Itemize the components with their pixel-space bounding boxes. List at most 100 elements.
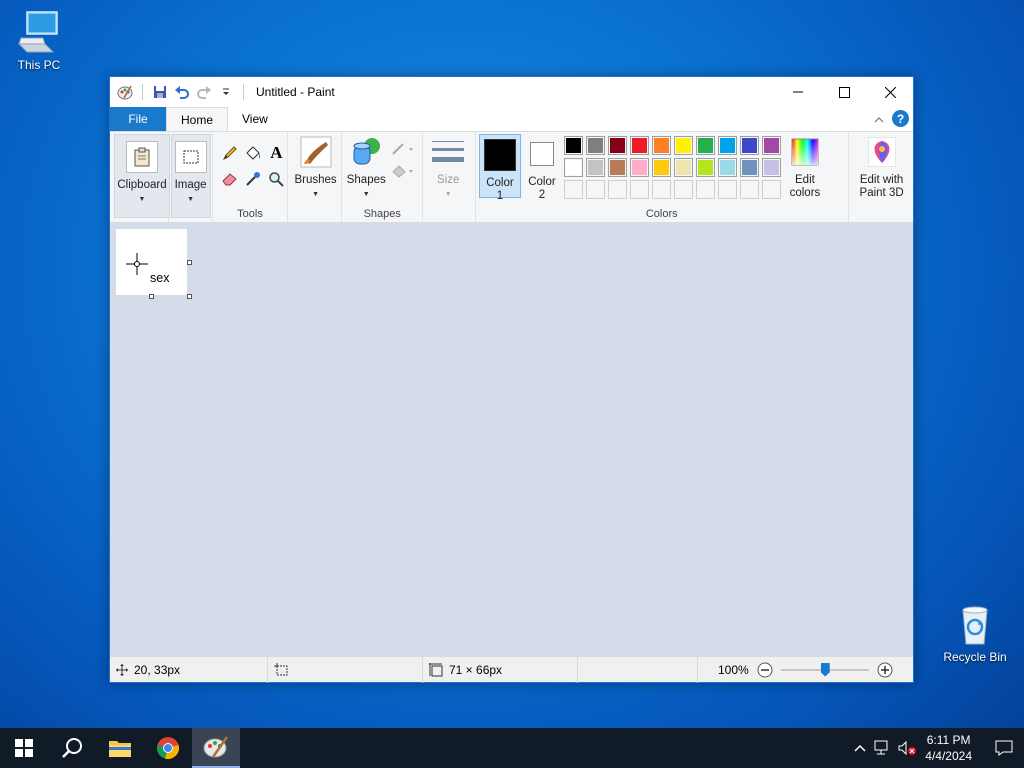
palette-color-fill [697,138,713,153]
palette-empty-swatch[interactable] [761,180,781,199]
tab-view[interactable]: View [228,107,282,131]
system-tray: 6:11 PM 4/4/2024 [849,728,1024,768]
fill-shape-icon[interactable] [390,160,416,182]
magnifier-icon[interactable] [265,168,287,190]
palette-color-swatch[interactable] [607,158,627,177]
help-button[interactable]: ? [892,110,909,127]
file-explorer-button[interactable] [96,728,144,768]
palette-color-fill [697,160,713,175]
clock[interactable]: 6:11 PM 4/4/2024 [925,732,972,764]
palette-color-swatch[interactable] [629,136,649,155]
network-icon [874,740,888,755]
clock-time: 6:11 PM [926,733,971,747]
colors-group: Color 1 Color 2 Edit colors Colors [476,132,849,222]
show-hidden-icons-button[interactable] [849,744,871,752]
palette-empty-swatch[interactable] [563,180,583,199]
palette-color-swatch[interactable] [739,158,759,177]
edit-colors-button[interactable]: Edit colors [786,136,824,200]
palette-empty-swatch[interactable] [629,180,649,199]
palette-color-swatch[interactable] [563,136,583,155]
color-picker-icon[interactable] [242,168,264,190]
search-button[interactable] [48,728,96,768]
brushes-group: Brushes ▼ [288,132,343,222]
image-button[interactable]: Image ▼ [170,134,211,218]
drawing-canvas[interactable]: sex [116,229,187,295]
chevron-down-icon: ▼ [362,191,370,198]
palette-empty-swatch[interactable] [739,180,759,199]
network-button[interactable] [871,740,895,756]
palette-color-swatch[interactable] [717,136,737,155]
shapes-button[interactable]: Shapes ▼ [346,136,386,201]
paint-taskbar-button[interactable] [192,728,240,768]
undo-icon[interactable] [173,83,191,101]
palette-color-swatch[interactable] [607,136,627,155]
palette-color-swatch[interactable] [695,136,715,155]
redo-icon[interactable] [195,83,213,101]
clipboard-label: Clipboard [117,179,167,191]
volume-button[interactable] [895,740,919,756]
palette-color-fill [565,160,581,175]
edit-colors-label: Edit [795,174,815,186]
palette-color-swatch[interactable] [585,158,605,177]
maximize-button[interactable] [821,77,867,107]
minimize-button[interactable] [775,77,821,107]
resize-handle-bottom[interactable] [149,294,154,299]
tab-home[interactable]: Home [166,107,229,131]
title-bar[interactable]: Untitled - Paint [110,77,913,107]
palette-color-swatch[interactable] [761,158,781,177]
edit-with-paint3d-button[interactable]: Edit with Paint 3D [853,136,911,200]
notifications-icon [995,740,1013,756]
desktop-icon-this-pc[interactable]: This PC [1,8,77,72]
customize-qat-icon[interactable] [217,83,235,101]
pencil-icon[interactable] [219,142,241,164]
palette-color-swatch[interactable] [651,158,671,177]
palette-empty-swatch[interactable] [651,180,671,199]
zoom-in-icon[interactable] [877,662,893,678]
zoom-out-icon[interactable] [757,662,773,678]
canvas-workspace[interactable]: sex [110,223,913,657]
palette-color-fill [587,160,603,175]
palette-color-fill [653,160,669,175]
status-bar: 20, 33px 71 × 66px 100% [110,656,913,683]
palette-empty-swatch[interactable] [673,180,693,199]
palette-color-swatch[interactable] [673,136,693,155]
fill-icon[interactable] [242,142,264,164]
desktop-icon-recycle-bin[interactable]: Recycle Bin [937,600,1013,664]
color2-button[interactable]: Color 2 [522,136,562,202]
close-button[interactable] [867,77,913,107]
palette-color-swatch[interactable] [585,136,605,155]
zoom-slider-thumb[interactable] [820,662,830,677]
palette-color-swatch[interactable] [673,158,693,177]
resize-handle-corner[interactable] [187,294,192,299]
chrome-button[interactable] [144,728,192,768]
collapse-ribbon-icon[interactable] [874,112,884,126]
eraser-icon[interactable] [219,168,241,190]
selection-size [268,656,423,683]
paint-app-icon[interactable] [116,83,134,101]
palette-color-swatch[interactable] [563,158,583,177]
palette-empty-swatch[interactable] [607,180,627,199]
image-size-text: 71 × 66px [449,662,503,677]
palette-color-swatch[interactable] [695,158,715,177]
palette-color-swatch[interactable] [651,136,671,155]
text-tool-icon[interactable]: A [265,142,287,164]
brushes-button[interactable]: Brushes ▼ [292,136,340,201]
tab-file[interactable]: File [110,107,166,131]
palette-empty-swatch[interactable] [695,180,715,199]
size-button[interactable]: Size ▼ [429,136,467,201]
palette-empty-swatch[interactable] [585,180,605,199]
select-icon [174,141,207,173]
start-button[interactable] [0,728,48,768]
palette-empty-swatch[interactable] [717,180,737,199]
palette-color-swatch[interactable] [717,158,737,177]
palette-color-swatch[interactable] [629,158,649,177]
color1-button[interactable]: Color 1 [478,134,521,202]
save-icon[interactable] [151,83,169,101]
clipboard-button[interactable]: Clipboard ▼ [114,134,170,218]
zoom-slider[interactable] [780,662,869,678]
outline-icon[interactable] [390,138,416,160]
resize-handle-right[interactable] [187,260,192,265]
palette-color-swatch[interactable] [761,136,781,155]
action-center-button[interactable] [984,740,1024,756]
palette-color-swatch[interactable] [739,136,759,155]
